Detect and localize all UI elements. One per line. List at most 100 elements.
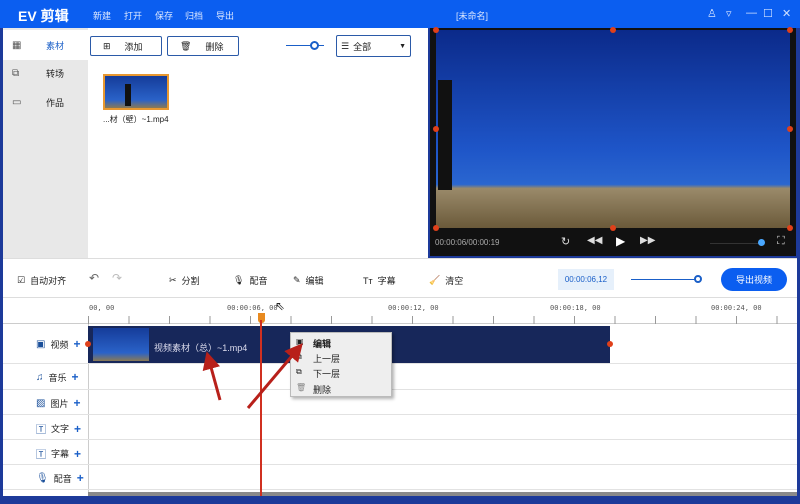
- redo-button[interactable]: ↷: [112, 271, 122, 285]
- delete-label: 删除: [205, 40, 223, 53]
- menu-export[interactable]: 导出: [216, 9, 234, 22]
- close-button[interactable]: ✕: [782, 7, 791, 20]
- ruler-ticks: [88, 316, 797, 324]
- fast-forward-icon[interactable]: ▶▶: [640, 235, 655, 246]
- edit-icon: ▣: [296, 337, 304, 346]
- clip-trim-handle[interactable]: [607, 341, 613, 347]
- scissors-icon: ✂: [169, 275, 177, 286]
- clip-trim-handle[interactable]: [85, 341, 91, 347]
- resize-handle[interactable]: [787, 126, 793, 132]
- context-menu-bring-forward[interactable]: 上一层: [313, 352, 340, 365]
- menu-new[interactable]: 新建: [93, 9, 111, 22]
- split-button[interactable]: ✂ 分割: [169, 274, 200, 287]
- clear-button[interactable]: 🧹清空: [429, 274, 463, 287]
- context-menu-delete[interactable]: 删除: [313, 383, 331, 396]
- grid-icon: ▦: [12, 40, 26, 51]
- delete-button[interactable]: 🗑删除: [167, 36, 239, 56]
- add-text-button[interactable]: +: [74, 422, 81, 436]
- track-text: 🅃 文字 +: [3, 415, 797, 440]
- add-image-button[interactable]: +: [73, 396, 80, 410]
- transition-icon: ⧉: [12, 68, 26, 79]
- media-thumbnail[interactable]: [103, 74, 169, 110]
- ruler-label: 00:00:12, 00: [388, 304, 439, 312]
- sidebar-item-label: 素材: [46, 39, 64, 52]
- text-icon: 🅃: [36, 421, 46, 436]
- track-image: ▨图片+: [3, 390, 797, 415]
- checkbox-icon: ☑: [17, 275, 25, 286]
- track-label: 配音: [54, 472, 72, 485]
- add-dub-button[interactable]: +: [77, 471, 84, 485]
- resize-handle[interactable]: [433, 126, 439, 132]
- filter-select[interactable]: ☰全部▼: [336, 35, 411, 57]
- minimize-button[interactable]: —: [746, 7, 757, 19]
- mic-icon: 🎙: [36, 473, 49, 484]
- preview-time: 00:00:06/00:00:19: [435, 238, 500, 247]
- media-filename: ...材（壁）~1.mp4: [103, 114, 169, 125]
- auto-align-label: 自动对齐: [30, 274, 66, 287]
- text-size-icon: Tт: [363, 276, 373, 286]
- menu-save[interactable]: 保存: [155, 9, 173, 22]
- undo-button[interactable]: ↶: [89, 271, 99, 285]
- edit-button[interactable]: ✎编辑: [293, 274, 324, 287]
- zoom-slider-handle[interactable]: [694, 275, 702, 283]
- video-icon: ▣: [36, 339, 45, 350]
- track-label: 文字: [51, 422, 69, 435]
- timeline-zoom-slider[interactable]: [631, 279, 701, 280]
- user-icon[interactable]: ♙: [707, 7, 717, 20]
- sidebar-item-materials[interactable]: ▦ 素材: [3, 30, 88, 60]
- dropdown-icon[interactable]: ▿: [726, 7, 732, 20]
- resize-handle[interactable]: [610, 27, 616, 33]
- menu-archive[interactable]: 归档: [185, 9, 203, 22]
- export-video-button[interactable]: 导出视频: [721, 268, 787, 291]
- sidebar-item-label: 作品: [46, 96, 64, 109]
- image-icon: ▨: [36, 398, 45, 409]
- context-menu-send-backward[interactable]: 下一层: [313, 367, 340, 380]
- dub-button[interactable]: 🎙 配音: [233, 274, 267, 287]
- resize-handle[interactable]: [610, 225, 616, 231]
- volume-slider[interactable]: [710, 243, 763, 244]
- add-video-button[interactable]: +: [73, 337, 80, 351]
- context-menu: ▣ 编辑 ⧉ 上一层 ⧉ 下一层 🗑 删除: [290, 332, 392, 397]
- timecode-display: 00:00:06,12: [558, 269, 614, 290]
- add-subtitle-button[interactable]: +: [74, 447, 81, 461]
- menu-open[interactable]: 打开: [124, 9, 142, 22]
- rewind-icon[interactable]: ◀◀: [587, 235, 602, 246]
- horizontal-scrollbar[interactable]: [88, 492, 797, 496]
- clip-thumbnail: [93, 328, 149, 361]
- add-music-button[interactable]: +: [72, 370, 79, 384]
- fullscreen-icon[interactable]: ⛶: [777, 235, 785, 248]
- resize-handle[interactable]: [787, 225, 793, 231]
- track-label: 字幕: [51, 447, 69, 460]
- video-frame[interactable]: [436, 30, 790, 228]
- context-menu-edit[interactable]: 编辑: [313, 337, 331, 350]
- auto-align-checkbox[interactable]: ☑ 自动对齐: [17, 274, 66, 287]
- sidebar-item-label: 转场: [46, 67, 64, 80]
- resize-handle[interactable]: [787, 27, 793, 33]
- mic-icon: 🎙: [233, 275, 244, 286]
- sidebar-item-transitions[interactable]: ⧉ 转场: [3, 58, 88, 88]
- pencil-icon: ✎: [293, 275, 301, 286]
- filter-value: 全部: [353, 40, 371, 53]
- subtitle-button[interactable]: Tт字幕: [363, 274, 396, 287]
- list-icon: ☰: [341, 41, 349, 52]
- resize-handle[interactable]: [433, 27, 439, 33]
- split-label: 分割: [182, 274, 200, 287]
- trash-icon: 🗑: [296, 383, 306, 392]
- slider-handle[interactable]: [310, 41, 319, 50]
- mouse-cursor-icon: ⇖: [275, 299, 285, 313]
- timeline-ruler: 00, 00 00:00:06, 00 00:00:12, 00 00:00:1…: [3, 298, 797, 324]
- play-icon[interactable]: ▶: [616, 234, 625, 248]
- add-button[interactable]: ⊞添加: [90, 36, 162, 56]
- sidebar-item-works[interactable]: ▭作品: [3, 87, 88, 117]
- replay-icon[interactable]: ↻: [561, 235, 570, 248]
- resize-handle[interactable]: [433, 225, 439, 231]
- dub-label: 配音: [249, 274, 267, 287]
- volume-handle[interactable]: [758, 239, 765, 246]
- ruler-label: 00:00:06, 00: [227, 304, 278, 312]
- send-backward-icon: ⧉: [296, 367, 302, 377]
- maximize-button[interactable]: ☐: [763, 7, 773, 20]
- title-bar: EV 剪辑 新建 打开 保存 归档 导出 [未命名] ♙ ▿ — ☐ ✕: [0, 0, 800, 28]
- person-silhouette: [125, 84, 131, 106]
- track-label: 视频: [50, 338, 68, 351]
- preview-panel: 00:00:06/00:00:19 ↻ ◀◀ ▶ ▶▶ ⛶: [430, 28, 796, 256]
